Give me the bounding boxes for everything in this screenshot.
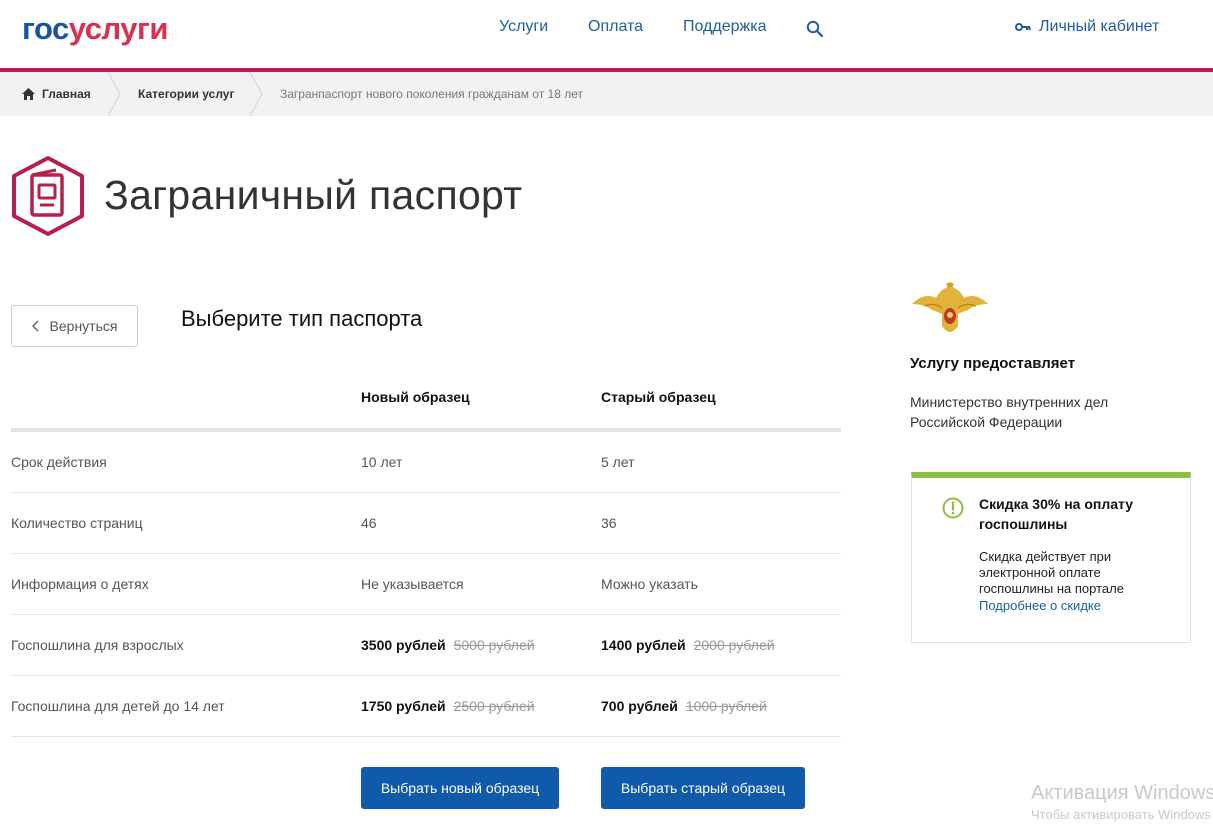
double-headed-eagle-emblem (912, 282, 988, 332)
choose-old-passport-button[interactable]: Выбрать старый образец (601, 767, 805, 809)
breadcrumb-home-label: Главная (42, 87, 91, 101)
table-row: Госпошлина для взрослых 3500 рублей 5000 … (11, 615, 841, 676)
logo-part-uslugi: услуги (68, 11, 169, 46)
price-current: 3500 рублей (361, 637, 446, 653)
windows-activation-watermark: Активация Windows (1031, 782, 1213, 804)
table-row: Информация о детях Не указывается Можно … (11, 554, 841, 615)
price-current: 1400 рублей (601, 637, 686, 653)
discount-info-box: Скидка 30% на оплату госпошлины Скидка д… (911, 472, 1191, 643)
breadcrumb-home[interactable]: Главная (22, 72, 91, 116)
table-row: Срок действия 10 лет 5 лет (11, 432, 841, 493)
nav-services[interactable]: Услуги (499, 18, 548, 36)
cell-new: 3500 рублей 5000 рублей (361, 615, 535, 676)
row-label: Госпошлина для детей до 14 лет (11, 698, 225, 714)
section-subtitle: Выберите тип паспорта (181, 306, 423, 331)
column-header-new: Новый образец (361, 389, 470, 405)
cell-old: 5 лет (601, 454, 635, 470)
key-icon (1015, 23, 1031, 31)
discount-text: Скидка действует при электронной оплате … (979, 549, 1124, 596)
home-icon (22, 88, 35, 100)
back-button[interactable]: Вернуться (11, 305, 138, 347)
cell-new: 1750 рублей 2500 рублей (361, 676, 535, 737)
breadcrumb-separator (249, 72, 263, 116)
cell-new: 10 лет (361, 454, 403, 470)
gosuslugi-logo[interactable]: госуслуги (22, 11, 168, 47)
column-header-old: Старый образец (601, 389, 716, 405)
personal-account-label: Личный кабинет (1039, 18, 1160, 35)
cell-old: 36 (601, 515, 617, 531)
passport-icon (12, 156, 84, 236)
provider-name: Министерство внутренних дел Российской Ф… (910, 394, 1109, 430)
top-header: госуслуги Услуги Оплата Поддержка Личный… (0, 0, 1213, 68)
price-current: 1750 рублей (361, 698, 446, 714)
logo-part-gos: гос (22, 11, 69, 46)
search-icon[interactable] (806, 20, 824, 38)
table-row: Госпошлина для детей до 14 лет 1750 рубл… (11, 676, 841, 737)
price-old: 2000 рублей (693, 637, 775, 653)
row-label: Информация о детях (11, 576, 149, 592)
cell-old: 1400 рублей 2000 рублей (601, 615, 775, 676)
exclamation-circle-icon (942, 497, 964, 519)
nav-payment[interactable]: Оплата (588, 18, 643, 36)
provider-title: Услугу предоставляет (910, 355, 1076, 372)
price-old: 1000 рублей (685, 698, 767, 714)
page-title: Заграничный паспорт (104, 172, 523, 218)
choose-new-passport-button[interactable]: Выбрать новый образец (361, 767, 559, 809)
chevron-left-icon (31, 320, 39, 332)
discount-details-link[interactable]: Подробнее о скидке (979, 598, 1101, 613)
row-label: Количество страниц (11, 515, 143, 531)
cell-old: 700 рублей 1000 рублей (601, 676, 767, 737)
discount-title: Скидка 30% на оплату госпошлины (979, 496, 1134, 532)
nav-support[interactable]: Поддержка (683, 18, 766, 36)
price-old: 5000 рублей (453, 637, 535, 653)
cell-old: Можно указать (601, 576, 698, 592)
windows-activation-hint: Чтобы активировать Windows (1031, 807, 1211, 822)
personal-account-link[interactable]: Личный кабинет (1015, 18, 1159, 36)
row-label: Срок действия (11, 454, 107, 470)
breadcrumb-categories[interactable]: Категории услуг (138, 72, 234, 116)
breadcrumb-separator (107, 72, 121, 116)
price-old: 2500 рублей (453, 698, 535, 714)
price-current: 700 рублей (601, 698, 678, 714)
breadcrumb-current: Загранпаспорт нового поколения гражданам… (280, 87, 584, 101)
back-button-label: Вернуться (49, 318, 118, 334)
breadcrumb: Главная Категории услуг Загранпаспорт но… (0, 72, 1213, 116)
row-label: Госпошлина для взрослых (11, 637, 184, 653)
cell-new: Не указывается (361, 576, 464, 592)
table-row: Количество страниц 46 36 (11, 493, 841, 554)
cell-new: 46 (361, 515, 377, 531)
